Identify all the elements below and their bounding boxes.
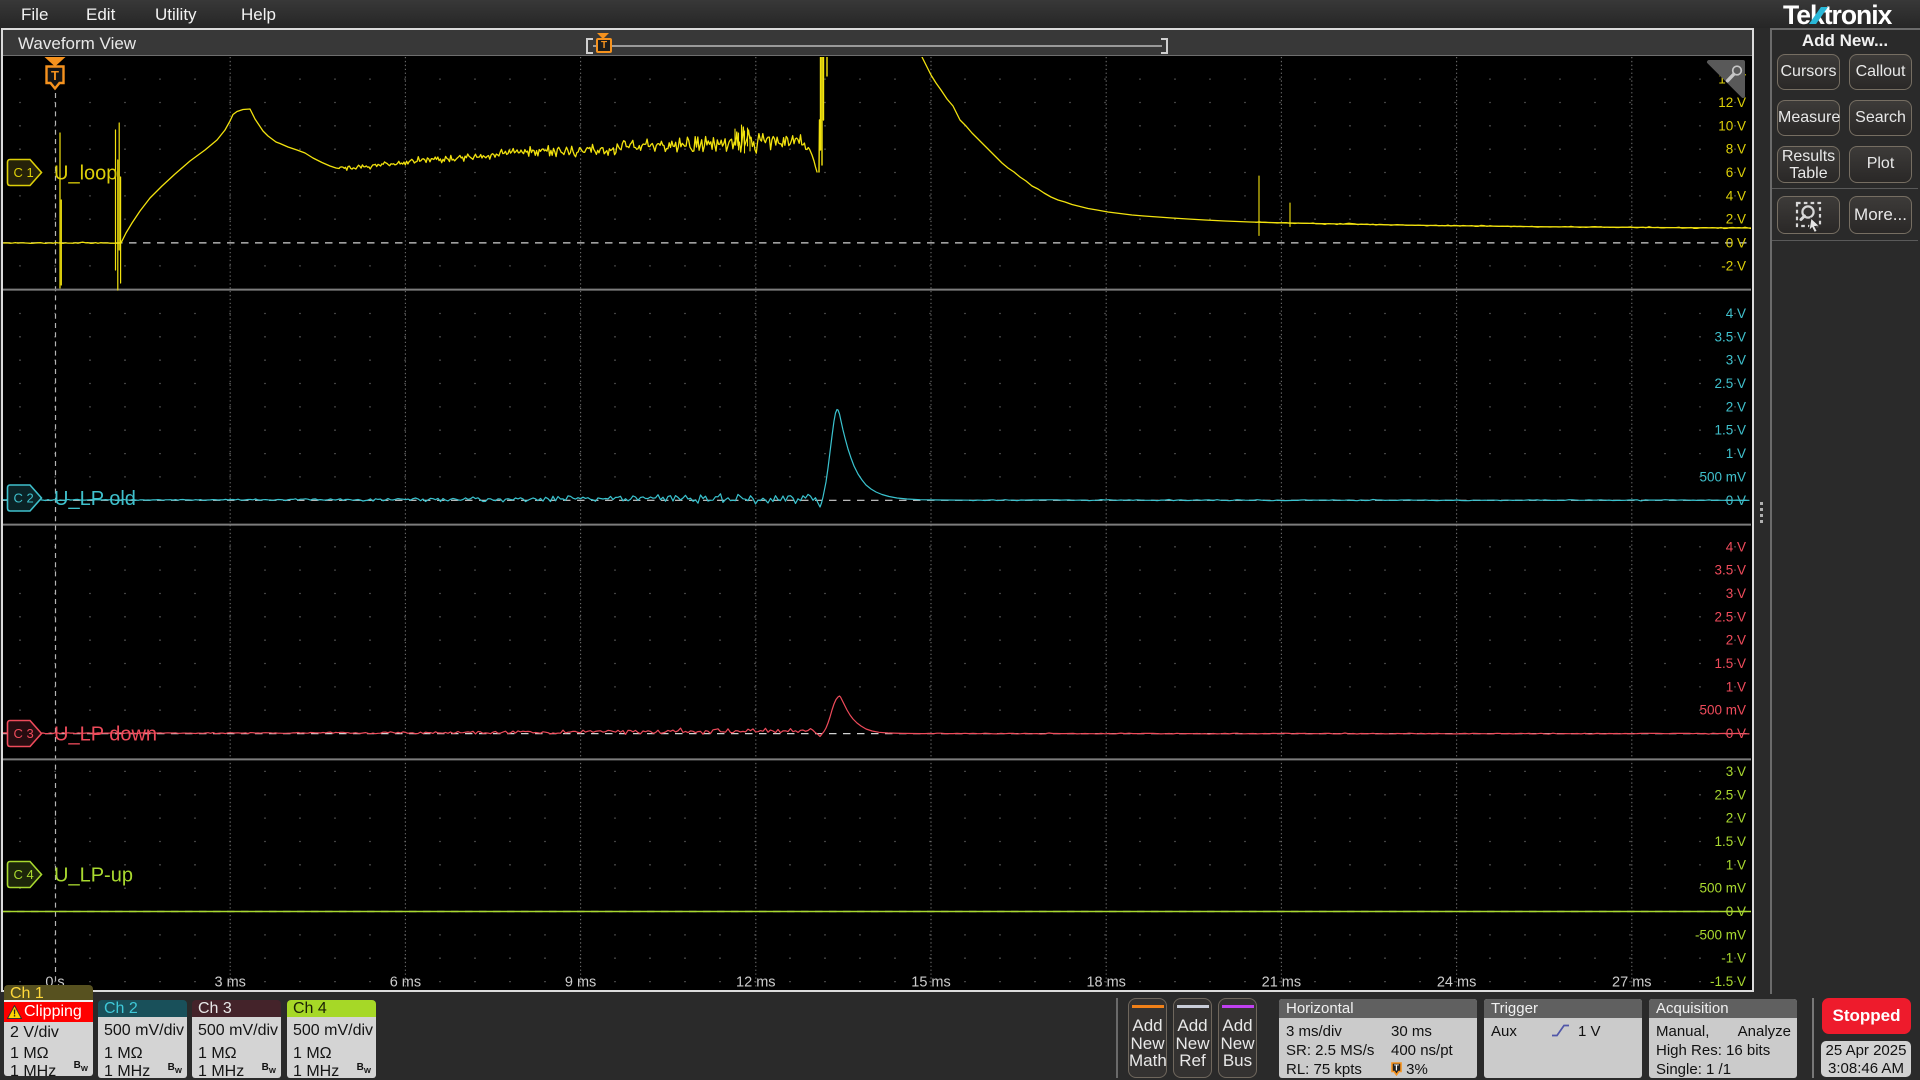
- svg-text:1 V: 1 V: [1726, 679, 1746, 694]
- svg-text:21 ms: 21 ms: [1262, 975, 1302, 990]
- svg-text:2.5 V: 2.5 V: [1714, 609, 1746, 624]
- svg-text:6 ms: 6 ms: [390, 975, 421, 990]
- svg-text:1.5 V: 1.5 V: [1714, 656, 1746, 671]
- svg-text:1.5 V: 1.5 V: [1714, 423, 1746, 438]
- svg-text:U_LP down: U_LP down: [54, 724, 157, 746]
- svg-text:3 ms: 3 ms: [214, 975, 245, 990]
- svg-text:2 V: 2 V: [1726, 399, 1746, 414]
- svg-text:500 mV: 500 mV: [1699, 469, 1746, 484]
- svg-text:-500 mV: -500 mV: [1695, 927, 1746, 942]
- svg-text:500 mV: 500 mV: [1699, 881, 1746, 896]
- svg-text:C 1: C 1: [14, 165, 34, 180]
- svg-text:27 ms: 27 ms: [1612, 975, 1652, 990]
- svg-text:10 V: 10 V: [1718, 118, 1746, 133]
- svg-text:C 3: C 3: [14, 726, 34, 741]
- svg-text:U_loop: U_loop: [54, 163, 117, 185]
- svg-text:18 ms: 18 ms: [1086, 975, 1126, 990]
- svg-text:T: T: [51, 68, 59, 83]
- svg-text:4 V: 4 V: [1726, 188, 1746, 203]
- svg-text:2.5 V: 2.5 V: [1714, 376, 1746, 391]
- svg-text:1.5 V: 1.5 V: [1714, 834, 1746, 849]
- svg-text:1 V: 1 V: [1726, 446, 1746, 461]
- svg-text:T: T: [1394, 1064, 1399, 1073]
- svg-text:!: !: [13, 1009, 16, 1020]
- svg-text:C 2: C 2: [14, 491, 34, 506]
- svg-text:3 V: 3 V: [1726, 586, 1746, 601]
- svg-text:3.5 V: 3.5 V: [1714, 329, 1746, 344]
- svg-text:500 mV: 500 mV: [1699, 703, 1746, 718]
- svg-text:3.5 V: 3.5 V: [1714, 563, 1746, 578]
- svg-text:6 V: 6 V: [1726, 165, 1746, 180]
- svg-text:C 4: C 4: [14, 867, 34, 882]
- svg-text:2 V: 2 V: [1726, 212, 1746, 227]
- svg-text:2.5 V: 2.5 V: [1714, 787, 1746, 802]
- svg-text:15 ms: 15 ms: [911, 975, 951, 990]
- svg-text:4 V: 4 V: [1726, 306, 1746, 321]
- svg-text:3 V: 3 V: [1726, 764, 1746, 779]
- svg-text:2 V: 2 V: [1726, 811, 1746, 826]
- svg-text:8 V: 8 V: [1726, 142, 1746, 157]
- svg-text:24 ms: 24 ms: [1437, 975, 1477, 990]
- svg-text:U_LP old: U_LP old: [54, 488, 136, 510]
- svg-text:12 ms: 12 ms: [736, 975, 776, 990]
- svg-text:1 V: 1 V: [1726, 857, 1746, 872]
- svg-text:4 V: 4 V: [1726, 539, 1746, 554]
- svg-text:9 ms: 9 ms: [565, 975, 596, 990]
- svg-text:-1.5 V: -1.5 V: [1710, 974, 1746, 989]
- svg-text:-2 V: -2 V: [1721, 259, 1746, 274]
- svg-text:0 V: 0 V: [1726, 235, 1746, 250]
- svg-text:-1 V: -1 V: [1721, 951, 1746, 966]
- svg-text:U_LP-up: U_LP-up: [54, 865, 133, 887]
- svg-text:2 V: 2 V: [1726, 633, 1746, 648]
- svg-text:3 V: 3 V: [1726, 353, 1746, 368]
